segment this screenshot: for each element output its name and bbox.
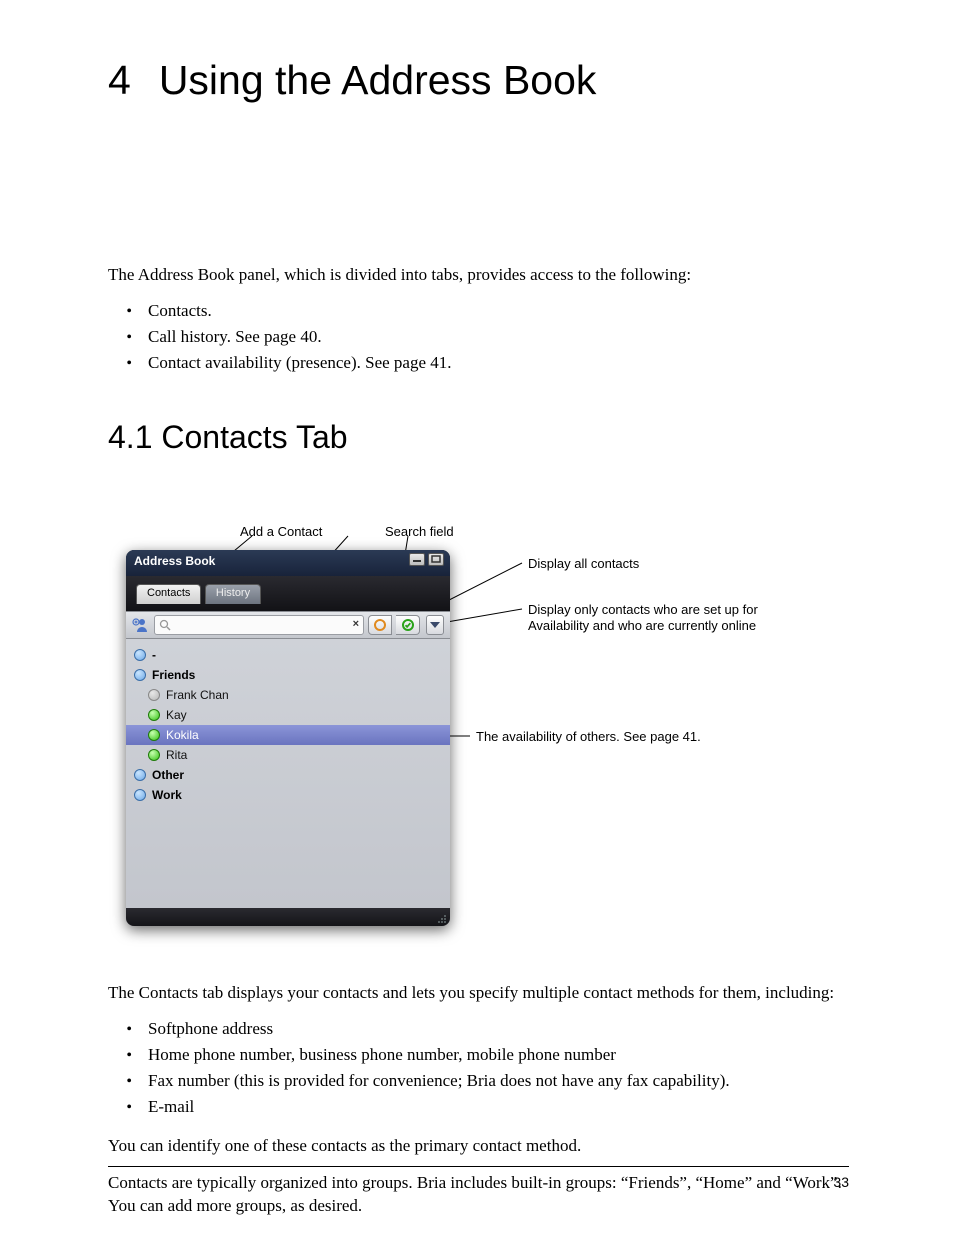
group-label: Work — [152, 788, 182, 802]
primary-contact-paragraph: You can identify one of these contacts a… — [108, 1135, 849, 1158]
contact-name: Kay — [166, 708, 187, 722]
list-item: Softphone address — [144, 1019, 849, 1039]
clear-search-button[interactable]: × — [353, 618, 359, 630]
group-row-other[interactable]: Other — [126, 765, 450, 785]
callout-add-contact: Add a Contact — [240, 524, 322, 540]
contact-row[interactable]: Frank Chan — [126, 685, 450, 705]
callout-search-field: Search field — [385, 524, 454, 540]
chevron-down-icon — [430, 621, 440, 629]
minimize-button[interactable] — [409, 553, 425, 566]
expand-icon — [134, 669, 146, 681]
chapter-number: 4 — [108, 57, 131, 104]
circle-icon — [373, 618, 387, 632]
window-statusbar — [126, 908, 450, 926]
list-item: Call history. See page 40. — [144, 327, 849, 347]
callout-display-all: Display all contacts — [528, 556, 639, 572]
group-row-work[interactable]: Work — [126, 785, 450, 805]
list-item: Fax number (this is provided for conveni… — [144, 1071, 849, 1091]
chapter-heading: 4 Using the Address Book — [108, 57, 849, 104]
tab-contacts[interactable]: Contacts — [136, 584, 201, 604]
expand-icon — [134, 789, 146, 801]
filter-dropdown[interactable] — [426, 615, 444, 635]
chapter-title: Using the Address Book — [159, 57, 597, 103]
group-label: Other — [152, 768, 184, 782]
resize-grip-icon[interactable] — [435, 912, 447, 924]
group-label: Friends — [152, 668, 195, 682]
callout-display-online-line2: Availability and who are currently onlin… — [528, 618, 756, 634]
contact-methods-list: Softphone address Home phone number, bus… — [108, 1019, 849, 1117]
expand-icon — [134, 649, 146, 661]
groups-paragraph: Contacts are typically organized into gr… — [108, 1172, 849, 1218]
filter-online-button[interactable] — [396, 615, 420, 635]
search-input[interactable]: × — [154, 615, 364, 635]
presence-icon — [148, 689, 160, 701]
group-label: - — [152, 648, 156, 662]
after-figure-paragraph: The Contacts tab displays your contacts … — [108, 982, 849, 1005]
group-row-root[interactable]: - — [126, 645, 450, 665]
presence-icon — [148, 749, 160, 761]
contacts-tab-figure: Add a Contact Search field Display all c… — [122, 514, 863, 946]
add-contact-button[interactable] — [132, 616, 150, 634]
contact-name: Frank Chan — [166, 688, 229, 702]
contact-row-selected[interactable]: Kokila — [126, 725, 450, 745]
contact-row[interactable]: Rita — [126, 745, 450, 765]
address-book-window: Address Book Contacts History — [126, 550, 450, 926]
intro-bullet-list: Contacts. Call history. See page 40. Con… — [108, 301, 849, 373]
contact-row[interactable]: Kay — [126, 705, 450, 725]
group-row-friends[interactable]: Friends — [126, 665, 450, 685]
section-heading: 4.1 Contacts Tab — [108, 419, 849, 456]
page-number: 33 — [833, 1174, 849, 1190]
contact-list[interactable]: - Friends Frank Chan Kay Kokila — [126, 639, 450, 926]
presence-icon — [148, 709, 160, 721]
maximize-button[interactable] — [428, 553, 444, 566]
toolbar: × — [126, 611, 450, 639]
presence-icon — [148, 729, 160, 741]
list-item: Contact availability (presence). See pag… — [144, 353, 849, 373]
window-title: Address Book — [134, 554, 215, 568]
contact-name: Rita — [166, 748, 187, 762]
callout-availability: The availability of others. See page 41. — [476, 729, 701, 745]
check-circle-icon — [401, 618, 415, 632]
search-icon — [159, 619, 171, 631]
callout-display-online-line1: Display only contacts who are set up for — [528, 602, 758, 618]
contact-name: Kokila — [166, 728, 199, 742]
intro-paragraph: The Address Book panel, which is divided… — [108, 264, 849, 287]
list-item: Contacts. — [144, 301, 849, 321]
tab-bar: Contacts History — [126, 576, 450, 611]
expand-icon — [134, 769, 146, 781]
footer-rule — [108, 1166, 849, 1167]
tab-history[interactable]: History — [205, 584, 261, 604]
window-titlebar[interactable]: Address Book — [126, 550, 450, 576]
list-item: Home phone number, business phone number… — [144, 1045, 849, 1065]
filter-all-button[interactable] — [368, 615, 392, 635]
list-item: E-mail — [144, 1097, 849, 1117]
